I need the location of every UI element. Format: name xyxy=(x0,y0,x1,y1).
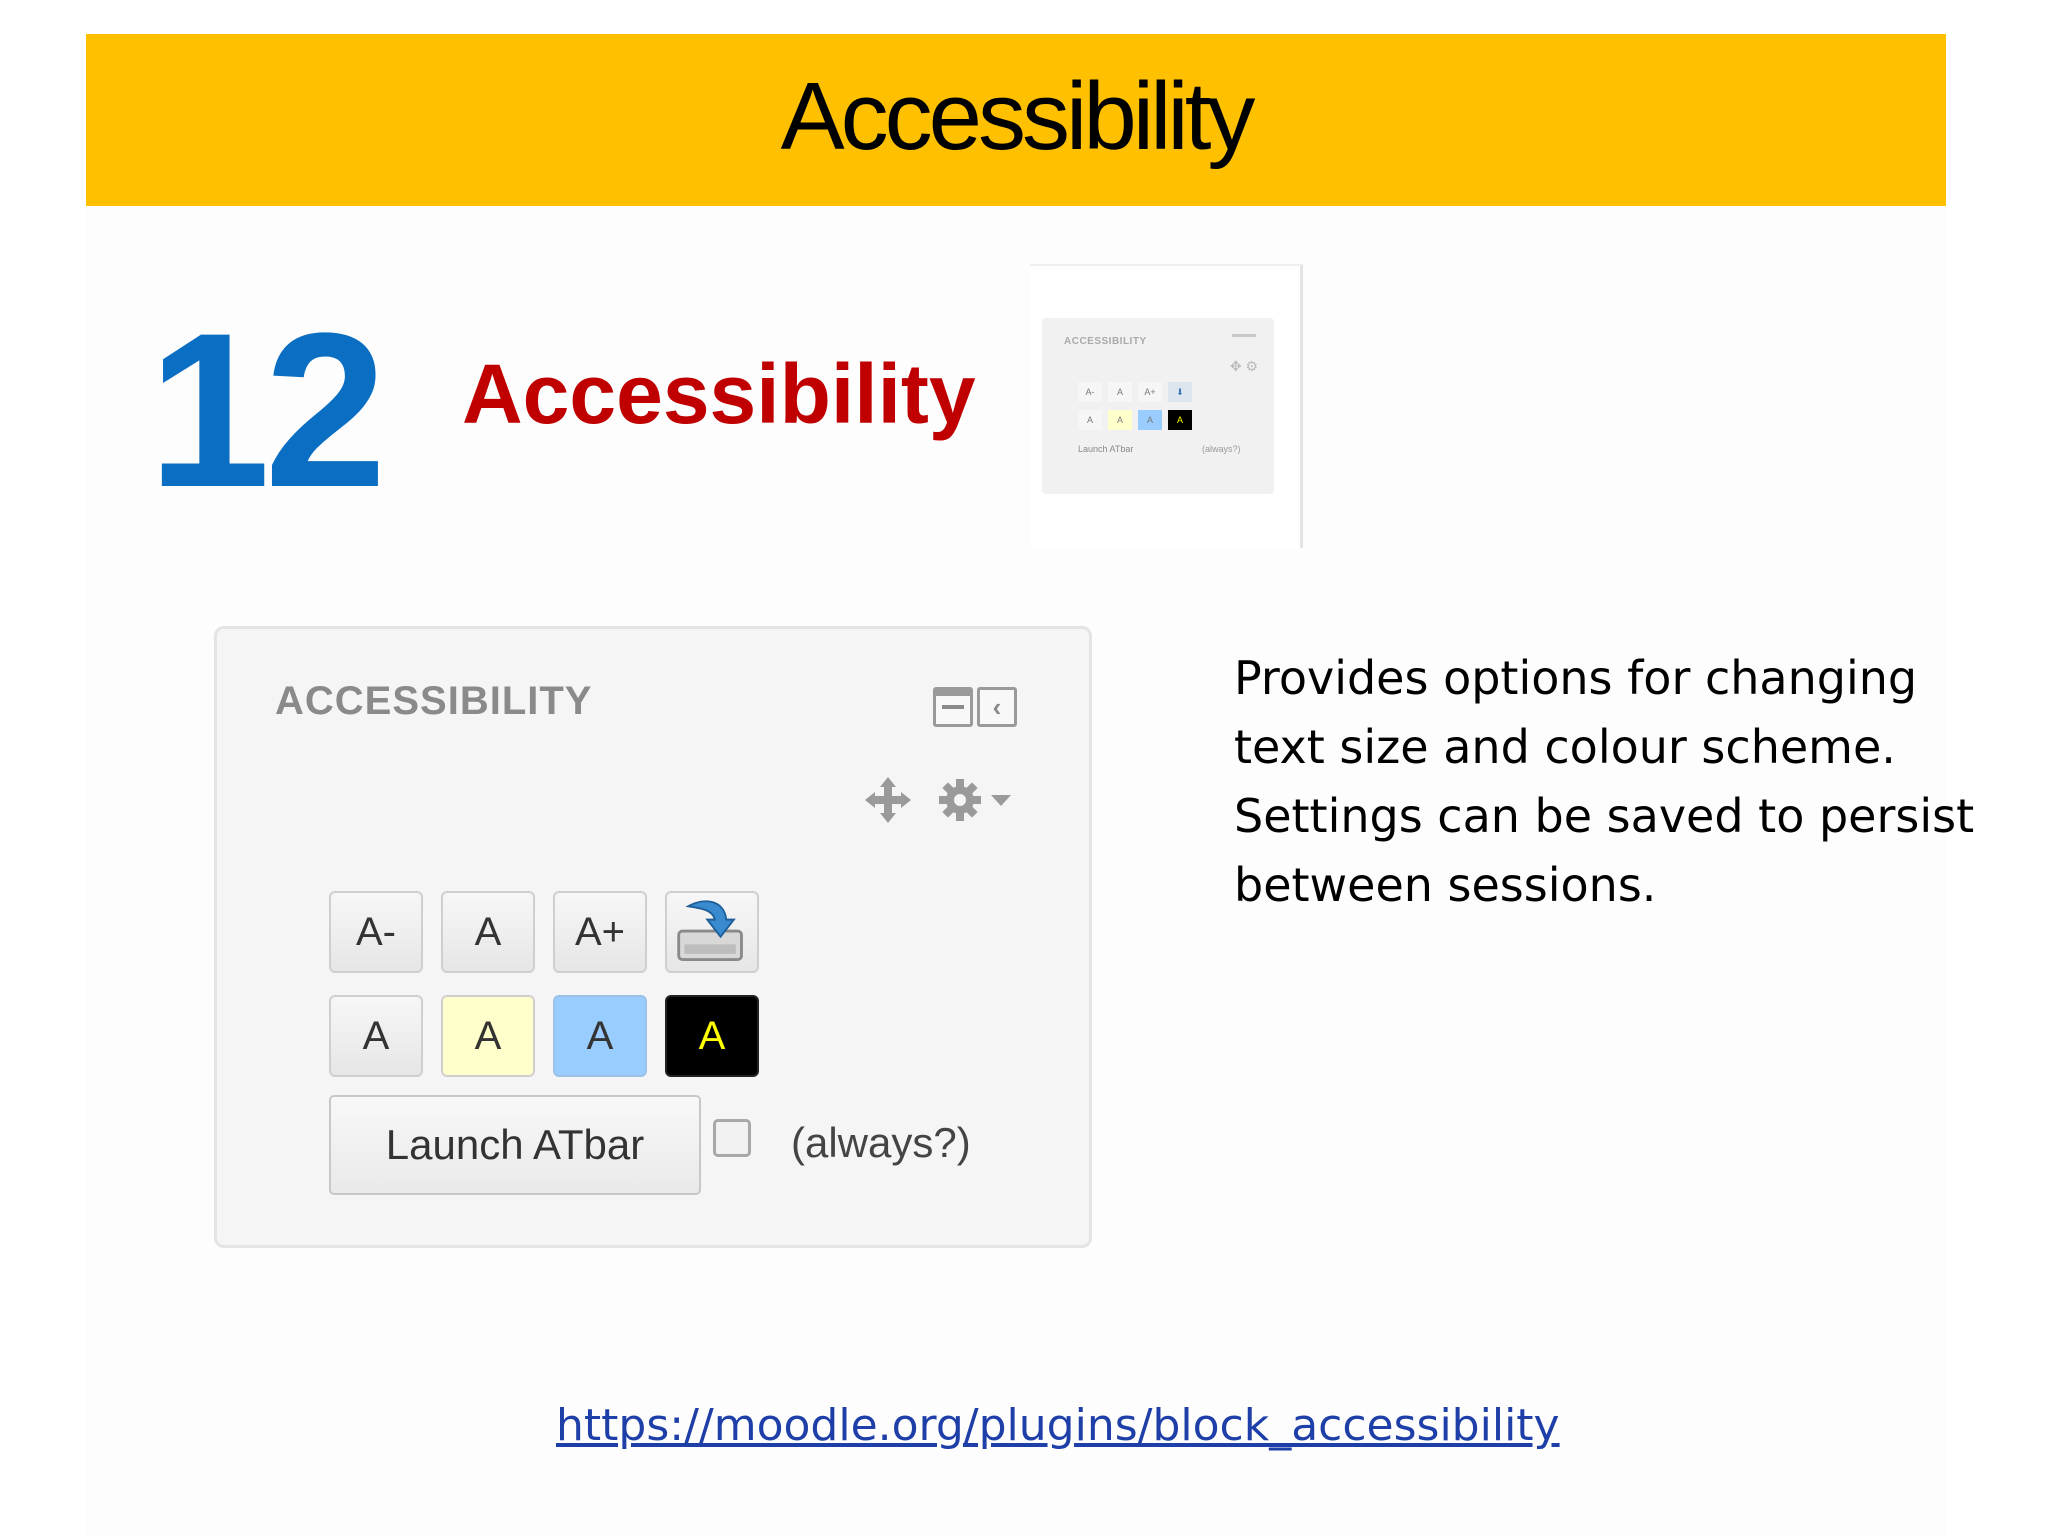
description-line: Settings can be saved to persist xyxy=(1234,789,1975,843)
thumbnail-cell: A xyxy=(1108,410,1132,430)
thumbnail-cell: A xyxy=(1138,410,1162,430)
thumbnail-block-title: ACCESSIBILITY xyxy=(1064,336,1147,347)
thumbnail-scheme-row: A A A A xyxy=(1078,410,1192,430)
title-bar: Accessibility xyxy=(86,34,1946,206)
accessibility-block: ACCESSIBILITY ‹ A- A A+ A A A A Launch A… xyxy=(214,626,1092,1248)
description-line: text size and colour scheme. xyxy=(1234,720,1896,774)
save-settings-icon xyxy=(677,900,743,962)
increase-text-size-button[interactable]: A+ xyxy=(553,891,647,973)
collapse-icon[interactable] xyxy=(933,687,973,727)
save-settings-button[interactable] xyxy=(665,891,759,973)
thumbnail-cell: A xyxy=(1078,410,1102,430)
block-title: ACCESSIBILITY xyxy=(275,679,593,723)
description-line: between sessions. xyxy=(1234,858,1657,912)
thumbnail-cell: A- xyxy=(1078,382,1102,402)
thumbnail-size-row: A- A A+ ⬇ xyxy=(1078,382,1192,402)
thumbnail-cell: A xyxy=(1108,382,1132,402)
plugin-description: Provides options for changing text size … xyxy=(1234,644,1994,920)
move-icon[interactable] xyxy=(865,777,911,823)
thumbnail-window-icons xyxy=(1232,334,1256,345)
thumbnail-block: ACCESSIBILITY ✥ ⚙ A- A A+ ⬇ A A A A Laun… xyxy=(1042,318,1274,494)
scheme-yellow-button[interactable]: A xyxy=(441,995,535,1077)
scheme-default-button[interactable]: A xyxy=(329,995,423,1077)
thumbnail-gear-icon: ✥ ⚙ xyxy=(1229,358,1258,374)
launch-atbar-button[interactable]: Launch ATbar xyxy=(329,1095,701,1195)
description-line: Provides options for changing xyxy=(1234,651,1918,705)
thumbnail-save-icon: ⬇ xyxy=(1168,382,1192,402)
thumbnail-always: (always?) xyxy=(1202,444,1241,454)
reset-text-size-button[interactable]: A xyxy=(441,891,535,973)
block-window-controls: ‹ xyxy=(933,687,1017,727)
slide: Accessibility 12 Accessibility ACCESSIBI… xyxy=(0,0,2048,1536)
thumbnail-cell: A+ xyxy=(1138,382,1162,402)
slide-title: Accessibility xyxy=(780,63,1256,170)
gear-icon[interactable] xyxy=(937,777,983,823)
thumbnail-preview: ACCESSIBILITY ✥ ⚙ A- A A+ ⬇ A A A A Laun… xyxy=(1030,264,1303,548)
always-label: (always?) xyxy=(791,1119,971,1166)
decrease-text-size-button[interactable]: A- xyxy=(329,891,423,973)
thumbnail-launch: Launch ATbar xyxy=(1078,444,1134,454)
scheme-high-contrast-button[interactable]: A xyxy=(665,995,759,1077)
dock-icon[interactable]: ‹ xyxy=(977,687,1017,727)
plugin-link[interactable]: https://moodle.org/plugins/block_accessi… xyxy=(556,1400,1560,1451)
plugin-name: Accessibility xyxy=(462,347,976,441)
scheme-blue-button[interactable]: A xyxy=(553,995,647,1077)
chevron-down-icon[interactable] xyxy=(991,795,1011,806)
always-checkbox[interactable] xyxy=(713,1119,751,1157)
thumbnail-cell: A xyxy=(1168,410,1192,430)
plugin-number: 12 xyxy=(148,287,387,533)
